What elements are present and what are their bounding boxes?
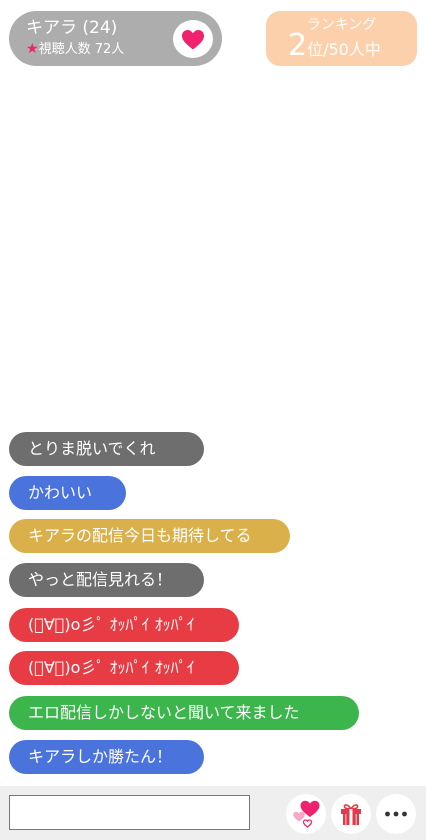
- streamer-name: キアラ (24): [26, 18, 118, 38]
- comment-bubble: かわいい: [9, 476, 126, 510]
- more-button[interactable]: [376, 794, 416, 834]
- streamer-info-pill: キアラ (24) ★視聴人数 72人: [9, 11, 222, 66]
- heart-icon: [182, 29, 204, 49]
- viewer-count: ★視聴人数 72人: [26, 41, 124, 58]
- comment-bubble: やっと配信見れる！: [9, 563, 204, 597]
- viewers-label: 視聴人数: [38, 42, 91, 57]
- bottom-bar: [0, 786, 426, 840]
- viewers-count: 72人: [94, 42, 125, 57]
- comment-input[interactable]: [9, 795, 250, 830]
- ranking-suffix: 位/50人中: [307, 40, 381, 59]
- send-hearts-button[interactable]: [286, 794, 326, 834]
- comment-bubble: キアラしか勝たん！: [9, 740, 204, 774]
- star-icon: ★: [26, 41, 39, 57]
- comment-bubble: キアラの配信今日も期待してる: [9, 519, 290, 553]
- comment-bubble: エロ配信しかしないと聞いて来ました: [9, 696, 359, 730]
- follow-heart-button[interactable]: [173, 20, 213, 58]
- more-icon: [385, 811, 407, 817]
- hearts-icon: [293, 800, 320, 828]
- ranking-rank: 2: [288, 28, 308, 63]
- gift-icon: [341, 804, 361, 825]
- ranking-value: 2位/50人中: [288, 31, 381, 61]
- comment-bubble: (ﾟ∀ﾟ)o彡ﾟ ｵｯﾊﾟｲ ｵｯﾊﾟｲ: [9, 651, 239, 685]
- comment-bubble: (ﾟ∀ﾟ)o彡ﾟ ｵｯﾊﾟｲ ｵｯﾊﾟｲ: [9, 608, 239, 642]
- ranking-box[interactable]: ランキング 2位/50人中: [266, 11, 417, 66]
- comment-bubble: とりま脱いでくれ: [9, 432, 204, 466]
- gift-button[interactable]: [331, 794, 371, 834]
